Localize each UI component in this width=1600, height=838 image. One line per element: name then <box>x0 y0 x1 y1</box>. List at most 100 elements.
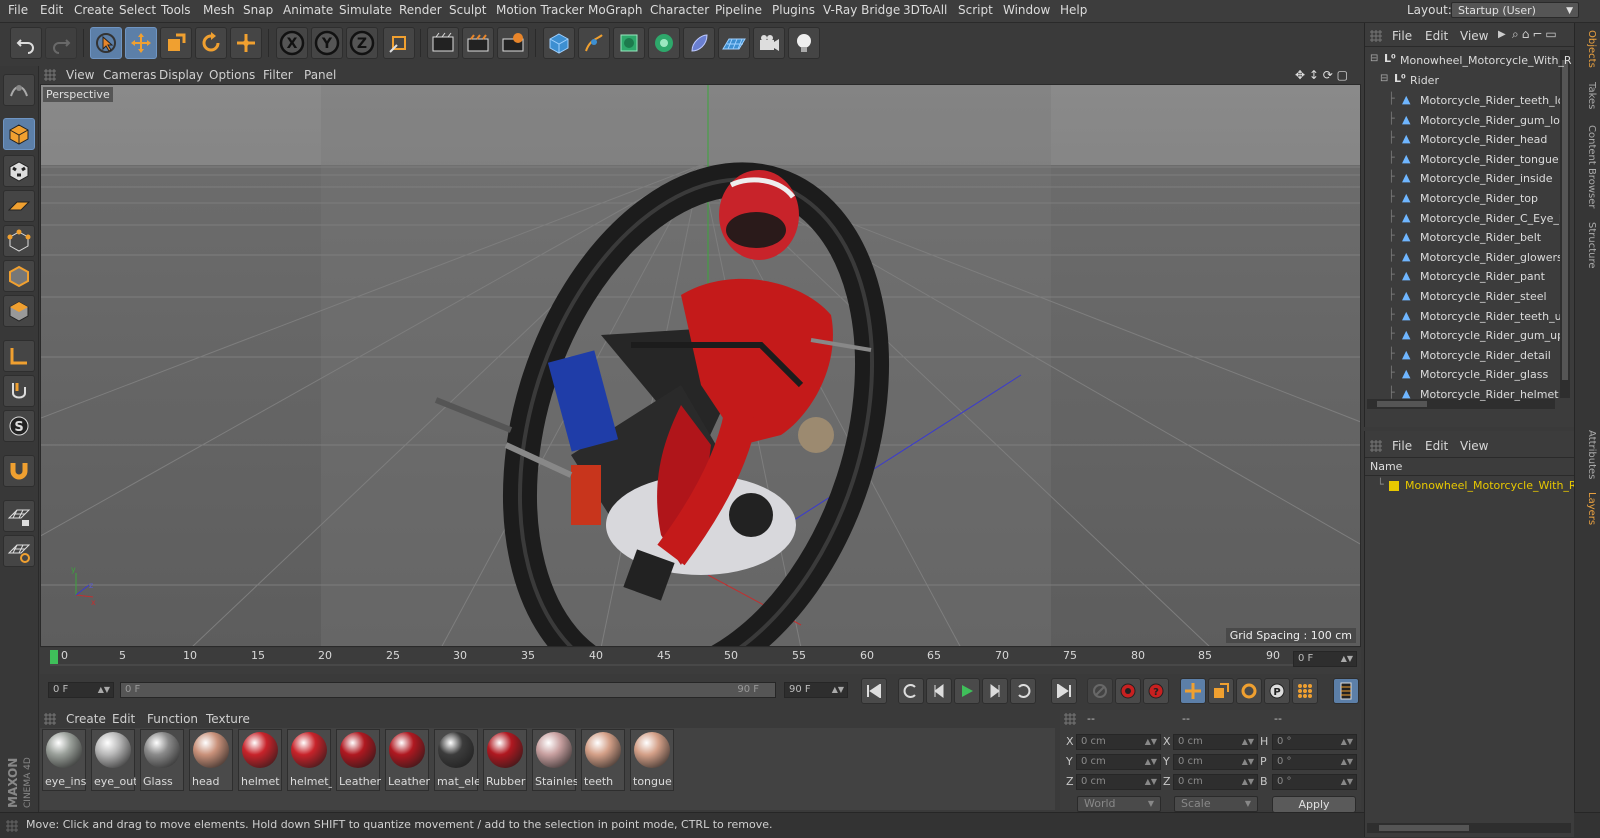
layer-menu-file[interactable]: File <box>1392 439 1412 453</box>
object-row[interactable]: ├ ▲ Motorcycle_Rider_head <box>1364 130 1573 149</box>
keyframe-selection-icon[interactable]: ? <box>1143 678 1169 704</box>
timeline-ruler[interactable] <box>40 648 1361 674</box>
menu-create[interactable]: Create <box>74 3 114 17</box>
material-swatch[interactable]: teeth <box>581 729 625 791</box>
material-swatch[interactable]: helmet <box>238 729 282 791</box>
material-menu-texture[interactable]: Texture <box>206 712 250 726</box>
polygons-mode-icon[interactable] <box>3 295 35 327</box>
menu-help[interactable]: Help <box>1060 3 1087 17</box>
object-row[interactable]: ├ ▲ Motorcycle_Rider_teeth_upp <box>1364 307 1573 326</box>
material-swatch[interactable]: head <box>189 729 233 791</box>
object-row[interactable]: ├ ▲ Motorcycle_Rider_tongue <box>1364 150 1573 169</box>
material-swatch[interactable]: mat_ele <box>434 729 479 791</box>
layer-color-swatch[interactable] <box>1389 481 1399 491</box>
goto-start-icon[interactable] <box>861 678 887 704</box>
key-position-icon[interactable] <box>1180 678 1206 704</box>
play-icon[interactable] <box>954 678 980 704</box>
position-y-field[interactable]: 0 cm ▲▼ <box>1076 754 1161 770</box>
key-pla-icon[interactable] <box>1292 678 1318 704</box>
menu-mograph[interactable]: MoGraph <box>588 3 643 17</box>
tab-content-browser[interactable]: Content Browser <box>1586 125 1597 208</box>
workplane-icon[interactable] <box>3 190 35 222</box>
menu-select[interactable]: Select <box>119 3 156 17</box>
record-keys-icon[interactable] <box>1087 678 1113 704</box>
coordinate-system-icon[interactable] <box>383 27 415 59</box>
object-menu-file[interactable]: File <box>1392 29 1412 43</box>
menu-window[interactable]: Window <box>1003 3 1050 17</box>
object-manager-tools-icons[interactable]: ⌕⌂⌐▭ <box>1512 27 1560 42</box>
viewport-menu-view[interactable]: View <box>66 68 94 82</box>
layout-select[interactable]: Startup (User) ▼ <box>1451 2 1579 18</box>
current-frame-field[interactable]: 0 F ▲▼ <box>1293 651 1357 667</box>
material-menu-create[interactable]: Create <box>66 712 106 726</box>
tab-layers[interactable]: Layers <box>1586 492 1597 525</box>
axis-mode-icon[interactable] <box>3 340 35 372</box>
rotate-icon[interactable] <box>195 27 227 59</box>
locked-workplane-icon[interactable] <box>3 500 35 532</box>
menu-pipeline[interactable]: Pipeline <box>715 3 762 17</box>
perspective-viewport[interactable]: y z x Perspective Grid Spacing : 100 cm <box>40 84 1361 647</box>
size-x-field[interactable]: 0 cm ▲▼ <box>1173 734 1258 750</box>
object-row[interactable]: ├ ▲ Motorcycle_Rider_steel <box>1364 287 1573 306</box>
cube-icon[interactable] <box>543 27 575 59</box>
tab-takes[interactable]: Takes <box>1586 82 1597 109</box>
object-row[interactable]: ├ ▲ Motorcycle_Rider_glass <box>1364 365 1573 384</box>
object-row[interactable]: ├ ▲ Motorcycle_Rider_top <box>1364 189 1573 208</box>
object-row[interactable]: ├ ▲ Motorcycle_Rider_gum_low <box>1364 111 1573 130</box>
z-axis-icon[interactable]: Z <box>346 27 378 59</box>
x-axis-icon[interactable]: X <box>276 27 308 59</box>
redo-icon[interactable] <box>45 27 77 59</box>
menu-snap[interactable]: Snap <box>243 3 273 17</box>
layer-row[interactable]: └ Monowheel_Motorcycle_With_Ric <box>1365 477 1586 495</box>
model-mode-icon[interactable] <box>3 118 35 150</box>
object-row-root[interactable]: ⊟ L⁰ Monowheel_Motorcycle_With_R <box>1364 51 1573 71</box>
coordinate-mode-select[interactable]: World ▼ <box>1077 796 1161 812</box>
menu-animate[interactable]: Animate <box>283 3 333 17</box>
material-menu-function[interactable]: Function <box>147 712 198 726</box>
recent-tools-icon[interactable] <box>230 27 262 59</box>
menu-plugins[interactable]: Plugins <box>772 3 815 17</box>
menu-vray-bridge[interactable]: V-Ray Bridge <box>823 3 900 17</box>
material-swatch[interactable]: Glass <box>140 729 184 791</box>
edges-mode-icon[interactable] <box>3 260 35 292</box>
horizontal-scrollbar[interactable] <box>1367 823 1571 833</box>
material-swatch[interactable]: eye_out <box>91 729 136 791</box>
material-swatch[interactable]: tongue <box>630 729 674 791</box>
tab-attributes[interactable]: Attributes <box>1586 430 1597 479</box>
object-row[interactable]: ├ ▲ Motorcycle_Rider_teeth_low <box>1364 91 1573 110</box>
menu-edit[interactable]: Edit <box>40 3 63 17</box>
object-menu-edit[interactable]: Edit <box>1425 29 1448 43</box>
viewport-menu-options[interactable]: Options <box>209 68 255 82</box>
menu-character[interactable]: Character <box>650 3 709 17</box>
material-swatch[interactable]: Rubber <box>483 729 527 791</box>
deformer-icon[interactable] <box>683 27 715 59</box>
rotation-h-field[interactable]: 0 ° ▲▼ <box>1272 734 1357 750</box>
menu-simulate[interactable]: Simulate <box>339 3 392 17</box>
object-row[interactable]: ├ ▲ Motorcycle_Rider_helmet <box>1364 385 1573 404</box>
menu-tools[interactable]: Tools <box>161 3 191 17</box>
floor-icon[interactable] <box>718 27 750 59</box>
material-swatch[interactable]: Leather <box>336 729 381 791</box>
viewport-nav-icons[interactable]: ✥ ↕ ⟳ ▢ <box>1295 68 1348 82</box>
material-swatch[interactable]: helmet_ <box>287 729 332 791</box>
tab-structure[interactable]: Structure <box>1586 222 1597 269</box>
timeline-window-icon[interactable] <box>1333 678 1359 704</box>
scale-icon[interactable] <box>160 27 192 59</box>
tab-objects[interactable]: Objects <box>1586 30 1597 68</box>
rotation-p-field[interactable]: 0 ° ▲▼ <box>1272 754 1357 770</box>
viewport-menu-cameras[interactable]: Cameras <box>103 68 156 82</box>
object-row[interactable]: ├ ▲ Motorcycle_Rider_detail <box>1364 346 1573 365</box>
live-select-icon[interactable] <box>90 27 122 59</box>
material-swatch[interactable]: Stainles <box>532 729 577 791</box>
next-frame-icon[interactable] <box>982 678 1008 704</box>
autokeying-icon[interactable] <box>1115 678 1141 704</box>
undo-icon[interactable] <box>10 27 42 59</box>
material-menu-edit[interactable]: Edit <box>112 712 135 726</box>
cloner-icon[interactable] <box>648 27 680 59</box>
viewport-menu-display[interactable]: Display <box>159 68 203 82</box>
menu-motion-tracker[interactable]: Motion Tracker <box>496 3 584 17</box>
points-mode-icon[interactable] <box>3 225 35 257</box>
camera-icon[interactable] <box>753 27 785 59</box>
object-row[interactable]: ├ ▲ Motorcycle_Rider_glowers <box>1364 248 1573 267</box>
coordinate-type-select[interactable]: Scale ▼ <box>1174 796 1258 812</box>
